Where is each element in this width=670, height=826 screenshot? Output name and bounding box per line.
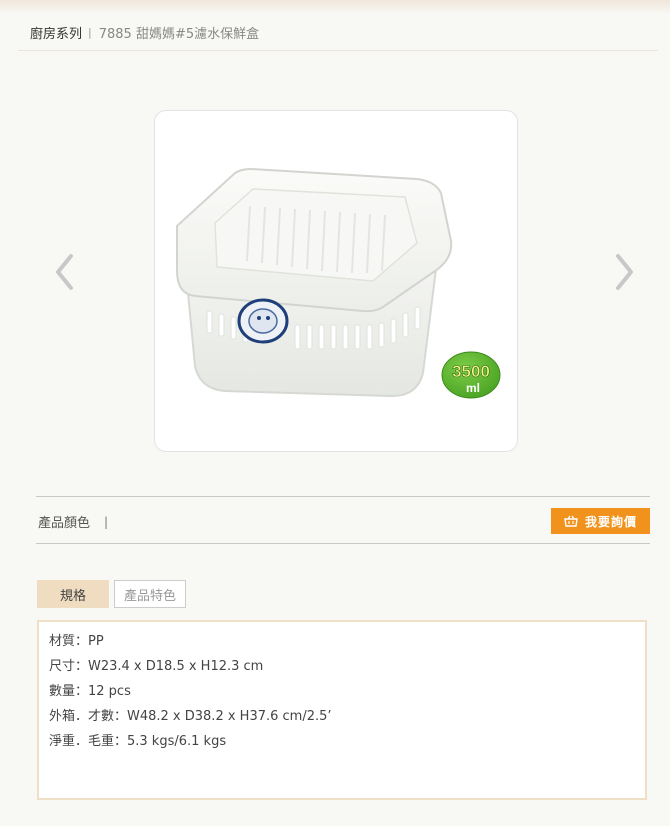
tab-product-features[interactable]: 產品特色	[114, 580, 186, 608]
product-image-frame: 3500 ml	[154, 110, 518, 452]
spec-material: 材質：PP	[49, 634, 104, 649]
gallery-next-button[interactable]	[610, 248, 640, 296]
chevron-right-icon	[616, 254, 633, 290]
color-row-top-divider	[36, 496, 650, 497]
basket-icon	[564, 515, 578, 527]
product-color-separator: |	[104, 514, 109, 529]
capacity-badge-value: 3500	[452, 362, 490, 381]
spec-weight: 淨重．毛重：5.3 kgs/6.1 kgs	[49, 734, 227, 749]
product-color-row: 產品顏色 |	[38, 512, 109, 532]
chevron-left-icon	[56, 254, 73, 290]
breadcrumb-separator: |	[88, 25, 92, 39]
product-image: 3500 ml	[176, 167, 501, 399]
spec-panel: 材質：PP 尺寸：W23.4 x D18.5 x H12.3 cm 數量：12 …	[37, 620, 647, 800]
spec-carton: 外箱．才數：W48.2 x D38.2 x H37.6 cm/2.5’	[49, 709, 332, 724]
spec-dimensions: 尺寸：W23.4 x D18.5 x H12.3 cm	[49, 659, 264, 674]
tab-specifications[interactable]: 規格	[37, 580, 109, 608]
header-divider	[18, 50, 658, 51]
color-row-bottom-divider	[36, 543, 650, 544]
breadcrumb-current-product: 7885 甜媽媽#5濾水保鮮盒	[98, 26, 260, 42]
inquire-price-button[interactable]: 我要詢價	[551, 508, 650, 534]
gallery-prev-button[interactable]	[49, 248, 79, 296]
spec-quantity: 數量：12 pcs	[49, 684, 131, 699]
breadcrumb-category-link[interactable]: 廚房系列	[30, 23, 82, 42]
capacity-badge-unit: ml	[466, 381, 480, 395]
product-color-label: 產品顏色	[38, 516, 91, 531]
top-gradient-bar	[0, 0, 670, 14]
inquire-price-label: 我要詢價	[584, 514, 637, 529]
breadcrumb: 廚房系列 | 7885 甜媽媽#5濾水保鮮盒	[30, 22, 259, 42]
